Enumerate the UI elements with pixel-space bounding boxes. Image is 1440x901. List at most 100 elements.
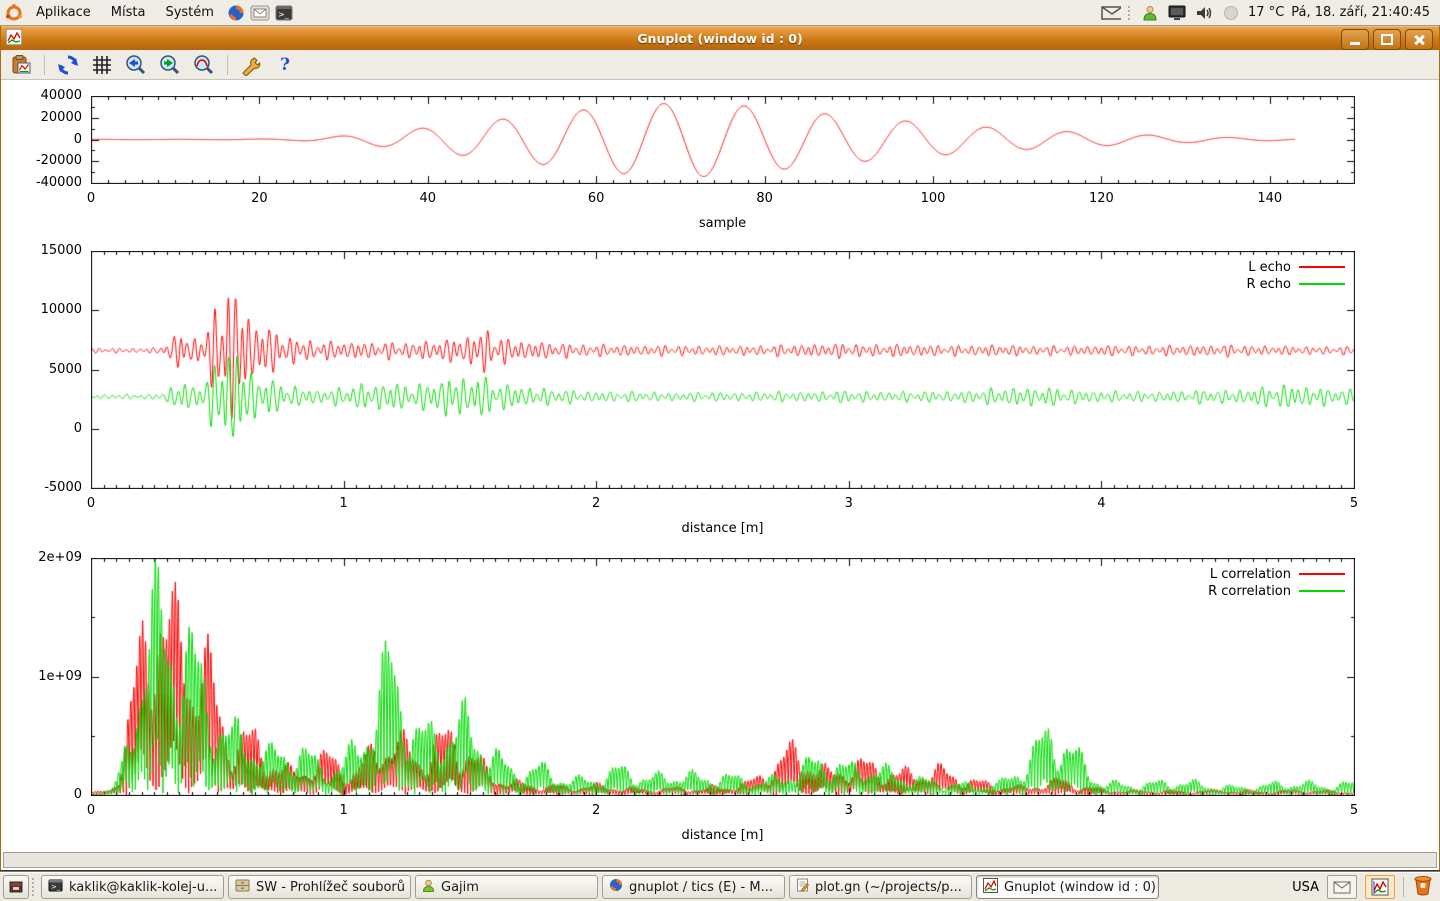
grid-button[interactable] xyxy=(88,52,116,78)
zoom-previous-button[interactable] xyxy=(122,52,150,78)
legend-entry: R echo xyxy=(1246,276,1345,292)
mail-notifier-icon[interactable] xyxy=(1101,3,1121,23)
user-switcher-icon[interactable] xyxy=(1140,3,1160,23)
help-button[interactable]: ? xyxy=(271,52,299,78)
plot-canvas-p2[interactable] xyxy=(91,251,1355,489)
text-editor-icon xyxy=(796,878,809,896)
toolbar-separator xyxy=(44,55,45,75)
legend-entry: L correlation xyxy=(1210,566,1345,582)
y-tick-label: 5000 xyxy=(49,362,82,378)
x-axis-label: distance [m] xyxy=(681,521,763,536)
minimize-button[interactable] xyxy=(1341,29,1369,50)
trash-applet-icon[interactable] xyxy=(1412,874,1434,900)
firefox-launcher-icon[interactable] xyxy=(226,3,246,23)
menu-applications[interactable]: Aplikace xyxy=(28,2,99,23)
tray-handle xyxy=(1128,6,1133,20)
taskbar-button-label: plot.gn (~/projects/p... xyxy=(815,880,962,895)
y-tick-label: 40000 xyxy=(41,88,82,104)
taskbar-button-4[interactable]: gnuplot / tics (E) - M... xyxy=(602,875,785,899)
gnuplot-icon xyxy=(983,878,998,897)
x-tick-label: 40 xyxy=(420,191,437,206)
x-tick-label: 0 xyxy=(87,496,95,511)
taskbar-button-6[interactable]: Gnuplot (window id : 0) xyxy=(976,875,1159,899)
y-tick-label: 2e+09 xyxy=(38,550,82,566)
taskbar-button-label: gnuplot / tics (E) - M... xyxy=(629,880,773,895)
svg-text:>_: >_ xyxy=(51,883,61,891)
firefox-icon xyxy=(609,878,623,896)
x-tick-label: 120 xyxy=(1089,191,1114,206)
plot-canvas-p1[interactable] xyxy=(91,96,1355,184)
taskbar-button-label: Gajim xyxy=(441,880,479,895)
terminal-icon: >_ xyxy=(48,879,63,896)
toolbar-separator xyxy=(227,55,228,75)
y-tick-label: 10000 xyxy=(41,302,82,318)
minimize-icon xyxy=(1350,42,1360,45)
x-tick-label: 1 xyxy=(339,496,347,511)
terminal-launcher-icon[interactable]: >_ xyxy=(274,3,294,23)
help-icon: ? xyxy=(280,55,290,75)
tray-mail-button[interactable] xyxy=(1327,875,1357,899)
menu-places[interactable]: Místa xyxy=(103,2,154,23)
zoom-next-button[interactable] xyxy=(156,52,184,78)
window-title: Gnuplot (window id : 0) xyxy=(1,31,1439,46)
y-tick-label: 0 xyxy=(74,132,82,148)
autoscale-button[interactable] xyxy=(190,52,218,78)
ubuntu-logo-icon[interactable] xyxy=(4,3,24,23)
close-button[interactable] xyxy=(1405,29,1433,50)
x-tick-label: 60 xyxy=(588,191,605,206)
settings-button[interactable] xyxy=(237,52,265,78)
x-tick-label: 5 xyxy=(1350,496,1358,511)
x-tick-label: 3 xyxy=(845,496,853,511)
x-tick-label: 4 xyxy=(1097,803,1105,818)
svg-text:>_: >_ xyxy=(278,10,290,19)
x-tick-label: 100 xyxy=(921,191,946,206)
keyboard-layout-indicator[interactable]: USA xyxy=(1292,880,1319,895)
legend-entry: L echo xyxy=(1248,259,1345,275)
taskbar-button-3[interactable]: Gajim xyxy=(415,875,598,899)
x-tick-label: 2 xyxy=(592,803,600,818)
y-tick-label: -20000 xyxy=(36,153,82,169)
y-tick-label: 0 xyxy=(74,421,82,437)
taskbar-button-2[interactable]: SW - Prohlížeč souborů xyxy=(228,875,411,899)
tray-gnuplot-button[interactable] xyxy=(1365,875,1395,899)
weather-icon[interactable] xyxy=(1221,3,1241,23)
gnuplot-window: Gnuplot (window id : 0) xyxy=(0,26,1440,870)
gajim-icon xyxy=(422,879,435,896)
window-statusbar xyxy=(3,852,1437,868)
legend-line-sample xyxy=(1299,266,1345,268)
plot-canvas-p3[interactable] xyxy=(91,558,1355,796)
y-tick-label: 1e+09 xyxy=(38,669,82,685)
x-tick-label: 20 xyxy=(251,191,268,206)
y-tick-label: 20000 xyxy=(41,110,82,126)
x-tick-label: 0 xyxy=(87,191,95,206)
tray-separator xyxy=(1403,877,1404,897)
clock-label[interactable]: Pá, 18. září, 21:40:45 xyxy=(1291,5,1430,20)
menu-system[interactable]: Systém xyxy=(157,2,221,23)
taskbar-button-label: kaklik@kaklik-kolej-u... xyxy=(69,880,217,895)
window-selector-button[interactable] xyxy=(3,875,29,899)
legend-label: L echo xyxy=(1248,260,1291,275)
x-tick-label: 4 xyxy=(1097,496,1105,511)
display-settings-icon[interactable] xyxy=(1167,3,1187,23)
bottom-taskbar: >_ kaklik@kaklik-kolej-u... SW - Prohlížeč… xyxy=(0,872,1440,901)
maximize-button[interactable] xyxy=(1373,29,1401,50)
copy-to-clipboard-button[interactable] xyxy=(7,52,35,78)
legend-label: L correlation xyxy=(1210,567,1291,582)
mail-launcher-icon[interactable] xyxy=(250,3,270,23)
legend-line-sample xyxy=(1299,283,1345,285)
legend-label: R correlation xyxy=(1208,584,1291,599)
refresh-button[interactable] xyxy=(54,52,82,78)
volume-icon[interactable] xyxy=(1194,3,1214,23)
taskbar-button-5[interactable]: plot.gn (~/projects/p... xyxy=(789,875,972,899)
y-tick-label: 0 xyxy=(74,787,82,803)
legend-line-sample xyxy=(1299,573,1345,575)
x-axis-label: sample xyxy=(699,216,746,231)
window-list-handle xyxy=(32,878,38,896)
gnuplot-canvas[interactable]: 02040608010012014040000200000-20000-4000… xyxy=(1,81,1439,851)
legend-entry: R correlation xyxy=(1208,583,1345,599)
gnome-top-panel: Aplikace Místa Systém >_ xyxy=(0,0,1440,26)
y-tick-label: -40000 xyxy=(36,175,82,191)
window-titlebar[interactable]: Gnuplot (window id : 0) xyxy=(1,26,1439,50)
taskbar-button-1[interactable]: >_ kaklik@kaklik-kolej-u... xyxy=(41,875,224,899)
temperature-label: 17 °C xyxy=(1248,5,1284,20)
